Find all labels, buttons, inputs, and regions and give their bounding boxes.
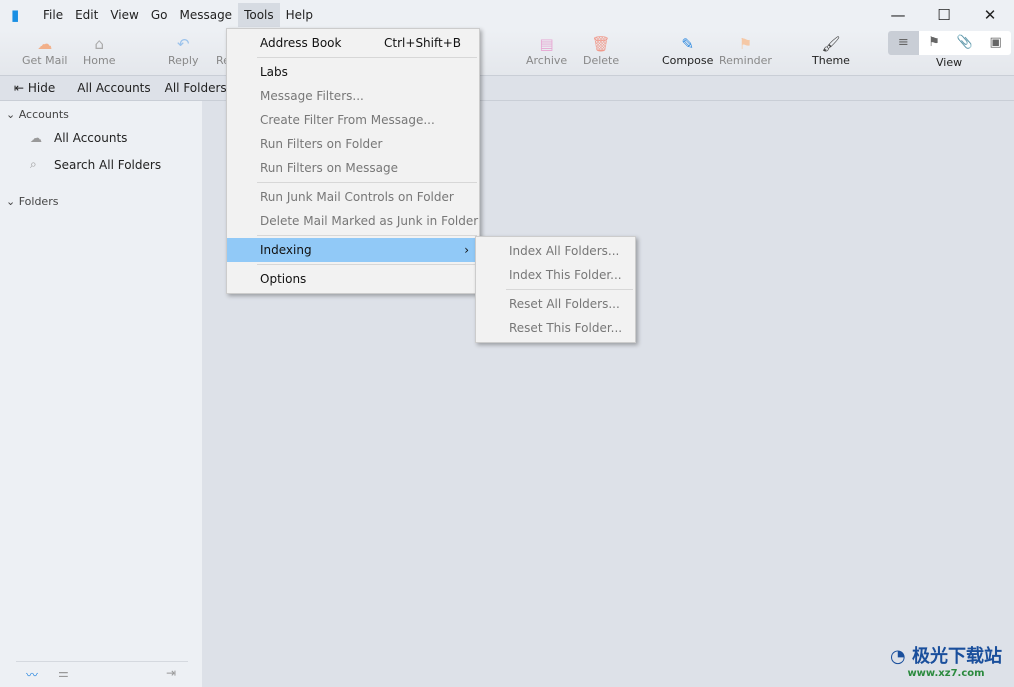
watermark-logo: ◔ 极光下载站 www.xz7.com xyxy=(890,646,1002,679)
menu-item-label: Options xyxy=(260,272,307,286)
list-icon[interactable]: ≡ xyxy=(888,31,919,55)
menu-item-message-filters[interactable]: Message Filters... xyxy=(227,84,479,108)
paperclip-icon[interactable]: 📎 xyxy=(950,31,981,55)
shortcut-label: Ctrl+Shift+B xyxy=(384,36,461,50)
delete-button[interactable]: 🗑 Delete xyxy=(583,34,619,67)
menu-item-label: Reset This Folder... xyxy=(509,321,623,335)
image-icon[interactable]: ▣ xyxy=(980,31,1011,55)
hide-icon: ⇤ xyxy=(14,81,28,95)
all-accounts-button[interactable]: All Accounts xyxy=(70,81,157,95)
app-logo-icon: ▮ xyxy=(11,6,20,24)
activity-icon[interactable]: 〰 xyxy=(26,666,38,683)
archive-icon: ▤ xyxy=(539,35,554,53)
menu-item-address-book[interactable]: Address Book Ctrl+Shift+B xyxy=(227,31,479,55)
menu-item-index-all-folders[interactable]: Index All Folders... xyxy=(476,239,635,263)
tools-menu: Address Book Ctrl+Shift+B Labs Message Filt… xyxy=(226,28,480,294)
menu-item-run-filters-on-folder[interactable]: Run Filters on Folder xyxy=(227,132,479,156)
view-label: View xyxy=(936,56,963,69)
menu-item-label: Address Book xyxy=(260,36,342,50)
menu-go[interactable]: Go xyxy=(145,3,174,27)
trash-icon: 🗑 xyxy=(591,35,611,53)
cloud-download-icon: ☁ xyxy=(37,35,53,53)
menu-bar: ▮ File Edit View Go Message Tools Help —… xyxy=(0,0,1014,30)
theme-button[interactable]: 🖌 Theme xyxy=(812,34,850,67)
menu-item-label: Run Filters on Folder xyxy=(260,137,383,151)
logout-icon[interactable]: ⇥ xyxy=(166,666,176,680)
menu-file[interactable]: File xyxy=(37,3,69,27)
menu-item-label: Labs xyxy=(260,65,288,79)
button-label: Delete xyxy=(583,54,620,67)
reminder-button[interactable]: ⚑ Reminder xyxy=(719,34,772,67)
button-label: Compose xyxy=(662,54,714,67)
menu-view[interactable]: View xyxy=(104,3,144,27)
menu-item-reset-this-folder[interactable]: Reset This Folder... xyxy=(476,316,635,340)
minimize-button[interactable]: — xyxy=(875,0,921,30)
menu-separator xyxy=(257,235,477,236)
flag-icon: ⚑ xyxy=(738,35,753,53)
get-mail-button[interactable]: ☁ Get Mail xyxy=(22,34,67,67)
menu-item-label: Index All Folders... xyxy=(509,244,620,258)
menu-item-label: Delete Mail Marked as Junk in Folder xyxy=(260,214,479,228)
menu-item-options[interactable]: Options xyxy=(227,267,479,291)
sidebar: ⌄ Accounts ☁ All Accounts ⌕ Search All Fol… xyxy=(0,101,202,687)
menu-item-labs[interactable]: Labs xyxy=(227,60,479,84)
accounts-header[interactable]: ⌄ Accounts xyxy=(6,108,69,121)
toolbar: ☁ Get Mail ⌂ Home ↶ Reply Re ▤ Archive 🗑 Delete ✎ Co… xyxy=(0,30,1014,76)
view-toggle-group[interactable]: ≡ ⚑ 📎 ▣ xyxy=(888,31,1011,55)
menu-item-run-filters-on-message[interactable]: Run Filters on Message xyxy=(227,156,479,180)
button-label: Reminder xyxy=(719,54,772,67)
button-label: Get Mail xyxy=(22,54,68,67)
chevron-right-icon: › xyxy=(464,243,469,257)
menu-item-label: Reset All Folders... xyxy=(509,297,620,311)
sidebar-footer: 〰 ⚌ ⇥ xyxy=(16,661,188,687)
menu-item-label: Run Junk Mail Controls on Folder xyxy=(260,190,454,204)
sidebar-item-search-all-folders[interactable]: ⌕ Search All Folders xyxy=(30,157,161,172)
menu-item-run-junk-mail-controls-on-folder[interactable]: Run Junk Mail Controls on Folder xyxy=(227,185,479,209)
menu-item-index-this-folder[interactable]: Index This Folder... xyxy=(476,263,635,287)
brush-icon: 🖌 xyxy=(821,35,841,53)
menu-separator xyxy=(506,289,633,290)
search-icon: ⌕ xyxy=(30,157,37,171)
reply-button[interactable]: ↶ Reply xyxy=(168,34,198,67)
folders-header[interactable]: ⌄ Folders xyxy=(6,195,58,208)
menu-separator xyxy=(257,264,477,265)
hide-button[interactable]: ⇤ Hide xyxy=(0,81,62,95)
menu-item-indexing[interactable]: Indexing › xyxy=(227,238,479,262)
compose-button[interactable]: ✎ Compose xyxy=(662,34,713,67)
home-button[interactable]: ⌂ Home xyxy=(83,34,115,67)
button-label: Theme xyxy=(812,54,850,67)
menu-separator xyxy=(257,57,477,58)
menu-item-label: Indexing xyxy=(260,243,312,257)
flag-icon[interactable]: ⚑ xyxy=(919,31,950,55)
indexing-submenu: Index All Folders... Index This Folder...… xyxy=(475,236,636,343)
archive-button[interactable]: ▤ Archive xyxy=(526,34,567,67)
menu-message[interactable]: Message xyxy=(173,3,238,27)
all-folders-button[interactable]: All Folders xyxy=(158,81,234,95)
reply-icon: ↶ xyxy=(176,35,190,53)
cloud-icon: ☁ xyxy=(30,131,42,145)
button-label: Home xyxy=(83,54,116,67)
menu-item-delete-mail-marked-as-junk-in-folder[interactable]: Delete Mail Marked as Junk in Folder xyxy=(227,209,479,233)
menu-item-reset-all-folders[interactable]: Reset All Folders... xyxy=(476,292,635,316)
menu-edit[interactable]: Edit xyxy=(69,3,104,27)
menu-item-label: Run Filters on Message xyxy=(260,161,398,175)
settings-sliders-icon[interactable]: ⚌ xyxy=(58,666,69,680)
close-button[interactable]: ✕ xyxy=(967,0,1013,30)
home-icon: ⌂ xyxy=(94,35,104,53)
menu-item-label: Create Filter From Message... xyxy=(260,113,435,127)
menu-item-create-filter-from-message[interactable]: Create Filter From Message... xyxy=(227,108,479,132)
menu-tools[interactable]: Tools xyxy=(238,3,280,27)
menu-item-label: Message Filters... xyxy=(260,89,364,103)
menu-item-label: Index This Folder... xyxy=(509,268,622,282)
sidebar-item-all-accounts[interactable]: ☁ All Accounts xyxy=(30,131,127,145)
button-label: Reply xyxy=(168,54,199,67)
menu-help[interactable]: Help xyxy=(280,3,319,27)
maximize-button[interactable]: ☐ xyxy=(921,0,967,30)
pencil-icon: ✎ xyxy=(681,35,694,53)
button-label: Archive xyxy=(526,54,568,67)
menu-separator xyxy=(257,182,477,183)
folder-bar: ⇤ Hide All Accounts All Folders xyxy=(0,76,1014,101)
